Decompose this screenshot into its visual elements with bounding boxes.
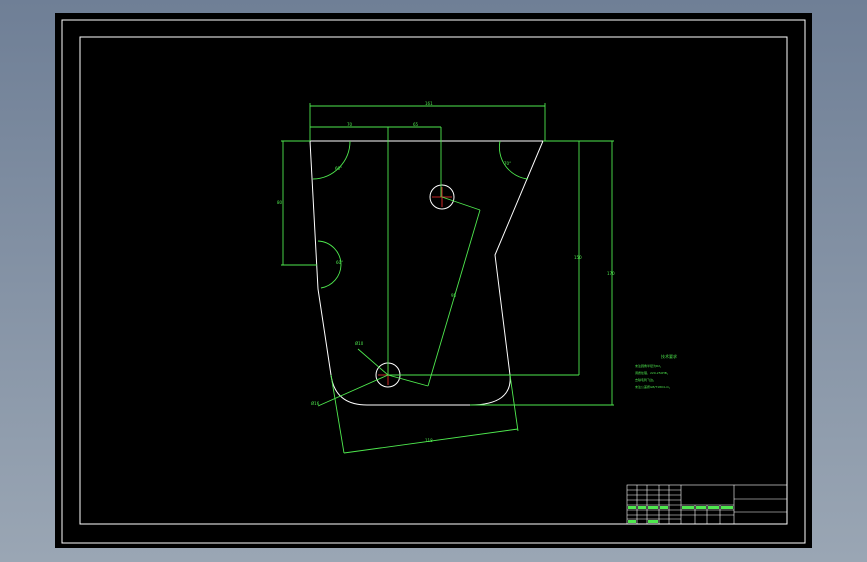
dimension-texts: 161 70 65 80 95 150 170 118 Ø10 Ø16 60° …: [277, 101, 615, 443]
tech-requirements-title: 技术要求: [661, 353, 677, 359]
dim-right-inner-height: 150: [574, 255, 582, 260]
tech-note-4: 未注公差按GB/T1804-m。: [635, 384, 672, 389]
technical-requirements: 技术要求 未注圆角半径为R2。 调质处理，220-250HB。 去除毛刺飞边。 …: [635, 353, 677, 389]
hole-centerlines: [378, 187, 452, 385]
part-outline: [309, 140, 544, 406]
dim-diameter-large: Ø16: [311, 401, 320, 406]
title-block: [626, 484, 788, 525]
inner-border: [79, 36, 788, 525]
dim-angle-top-left: 60°: [335, 166, 342, 171]
dim-overall-width: 161: [425, 101, 433, 106]
dim-diameter-small: Ø10: [355, 341, 364, 346]
tech-note-1: 未注圆角半径为R2。: [635, 363, 663, 368]
tech-note-2: 调质处理，220-250HB。: [635, 370, 670, 375]
title-block-fills: [628, 506, 733, 523]
dim-angle-left-mid: 60°: [336, 260, 343, 265]
cad-viewport[interactable]: 161 70 65 80 95 150 170 118 Ø10 Ø16 60° …: [55, 13, 812, 548]
dim-right-outer-height: 170: [607, 271, 615, 276]
dim-bottom-length: 118: [425, 438, 433, 443]
drawing-canvas: 161 70 65 80 95 150 170 118 Ø10 Ø16 60° …: [61, 19, 806, 544]
dim-top-mid: 65: [413, 122, 419, 127]
dim-top-left: 70: [347, 122, 353, 127]
dim-angle-top-right: 70°: [504, 161, 511, 166]
dim-slant-length: 95: [451, 293, 457, 298]
outer-border: [61, 19, 806, 544]
tech-note-3: 去除毛刺飞边。: [635, 377, 656, 382]
dimension-lines: [281, 103, 614, 454]
dim-left-height: 80: [277, 200, 283, 205]
